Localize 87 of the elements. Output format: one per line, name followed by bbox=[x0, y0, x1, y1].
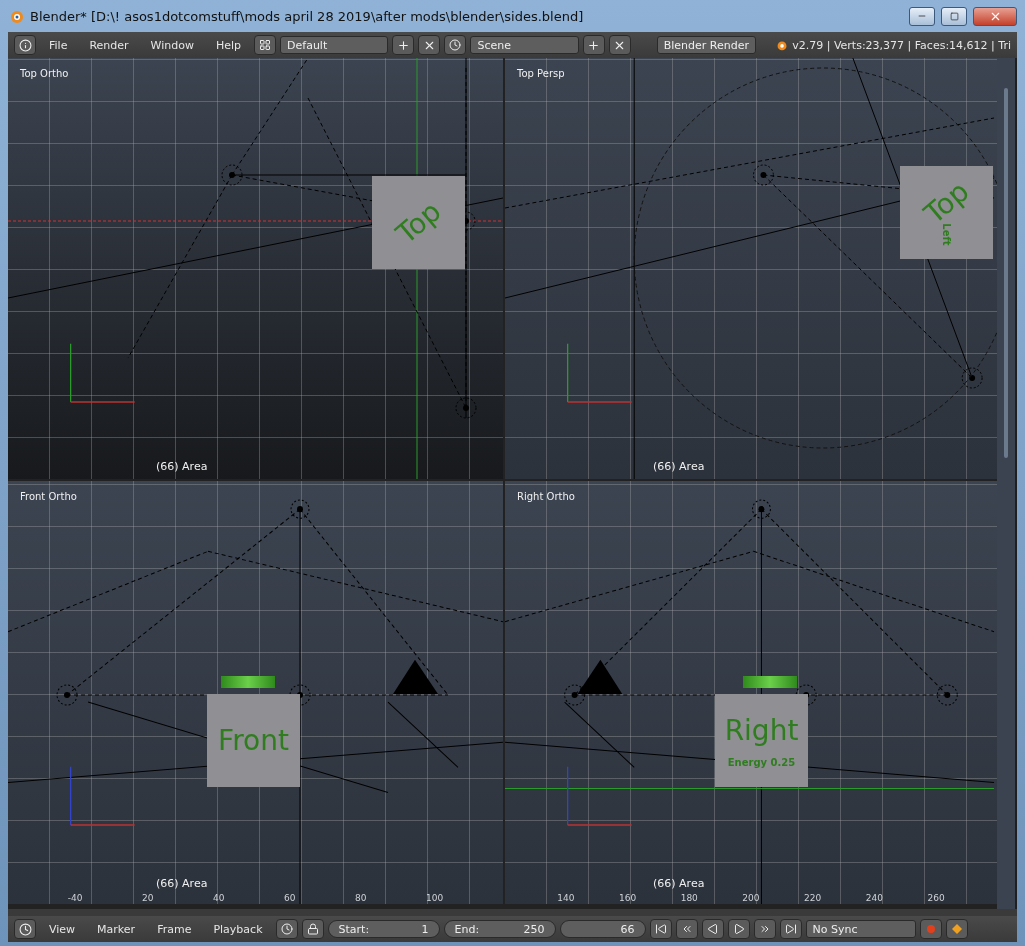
cube-label: Front bbox=[218, 724, 289, 757]
rewind-button[interactable] bbox=[675, 919, 698, 939]
close-button[interactable] bbox=[973, 6, 1017, 26]
clock-icon bbox=[18, 922, 32, 936]
layout-icon bbox=[259, 39, 272, 51]
viewport-label: Top Ortho bbox=[20, 68, 69, 79]
add-button[interactable] bbox=[392, 35, 415, 55]
minimize-button[interactable] bbox=[909, 6, 935, 26]
ruler-number: 220 bbox=[804, 892, 822, 904]
layout-button[interactable] bbox=[254, 35, 277, 55]
plus-icon bbox=[587, 38, 601, 52]
app-logo-icon bbox=[8, 8, 24, 24]
ruler-number: 80 bbox=[355, 892, 367, 904]
start-frame-field[interactable]: Start: 1 bbox=[327, 920, 440, 938]
play-button[interactable] bbox=[727, 919, 750, 939]
jump-start-button[interactable] bbox=[649, 919, 672, 939]
play-reverse-button[interactable] bbox=[701, 919, 724, 939]
viewport[interactable]: Right Ortho Right Energy 0.25 140 160 180 200 220 240 260 (66) Area bbox=[505, 481, 997, 904]
fast-forward-button[interactable] bbox=[753, 919, 776, 939]
menu-item[interactable]: Frame bbox=[148, 922, 201, 936]
viewport-label: Top Persp bbox=[517, 68, 565, 79]
layout-field[interactable]: Default bbox=[280, 36, 389, 54]
scene-field[interactable]: Scene bbox=[470, 36, 579, 54]
menu-item[interactable]: Marker bbox=[88, 922, 145, 936]
object-status: (66) Area bbox=[653, 877, 705, 890]
plus-icon bbox=[396, 38, 410, 52]
scene-button[interactable] bbox=[444, 35, 467, 55]
diamond-icon bbox=[951, 924, 962, 934]
menu-item[interactable]: Playback bbox=[204, 922, 272, 936]
lock-icon bbox=[306, 923, 319, 935]
side-scrollbar[interactable] bbox=[997, 58, 1015, 909]
menu-item[interactable]: View bbox=[40, 922, 85, 936]
ruler-number: 240 bbox=[865, 892, 883, 904]
menu-item[interactable]: Window bbox=[141, 38, 203, 52]
cube-label: Right bbox=[724, 713, 799, 747]
fast-forward-icon bbox=[758, 923, 771, 935]
ruler-number: 140 bbox=[557, 892, 575, 904]
jump-end-button[interactable] bbox=[779, 919, 802, 939]
clock-icon bbox=[280, 923, 293, 935]
cube-label: Left bbox=[941, 222, 952, 246]
add-button[interactable] bbox=[582, 35, 605, 55]
lamp-bar bbox=[743, 676, 797, 688]
keying-button[interactable] bbox=[275, 919, 298, 939]
window-title: Blender* [D:\! asos1dotcomstuff\mods april 28 2019\after mods\blender\sides.blend] bbox=[30, 8, 585, 24]
object-status: (66) Area bbox=[156, 877, 208, 890]
viewport[interactable]: Top Ortho Top (66) Area bbox=[8, 58, 503, 479]
jump-start-icon bbox=[654, 923, 667, 935]
ruler-number: 260 bbox=[927, 892, 945, 904]
ruler-number: 60 bbox=[284, 892, 296, 904]
viewport-label: Front Ortho bbox=[20, 491, 77, 502]
sync-dropdown[interactable]: No Sync bbox=[805, 920, 916, 938]
remove-button[interactable] bbox=[418, 35, 441, 55]
viewport[interactable]: Front Ortho Front -40 20 40 60 80 100 (66) Area bbox=[8, 481, 503, 904]
current-frame-field[interactable]: 66 bbox=[559, 920, 646, 938]
maximize-icon bbox=[949, 11, 959, 21]
viewport[interactable]: Top Persp Top Left (66) Area bbox=[505, 58, 997, 479]
object-status: (66) Area bbox=[156, 460, 208, 473]
menu-item[interactable]: Help bbox=[206, 38, 251, 52]
play-icon bbox=[732, 923, 745, 935]
jump-end-icon bbox=[784, 923, 797, 935]
viewport-label: Right Ortho bbox=[517, 491, 575, 502]
lock-button[interactable] bbox=[301, 919, 324, 939]
maximize-button[interactable] bbox=[941, 6, 967, 26]
menu-item[interactable]: Render bbox=[80, 38, 138, 52]
record-button[interactable] bbox=[919, 919, 942, 939]
lamp-bar bbox=[221, 676, 275, 688]
menu-item[interactable]: File bbox=[40, 38, 77, 52]
render-engine-dropdown[interactable]: Blender Render bbox=[656, 36, 756, 54]
play-reverse-icon bbox=[706, 923, 719, 935]
keyframe-button[interactable] bbox=[945, 919, 968, 939]
ruler-number: -40 bbox=[67, 892, 83, 904]
ruler-number: 200 bbox=[742, 892, 760, 904]
cube-label: Top bbox=[389, 194, 448, 251]
ruler-number: 40 bbox=[213, 892, 225, 904]
remove-button[interactable] bbox=[608, 35, 631, 55]
end-frame-field[interactable]: End: 250 bbox=[443, 920, 556, 938]
info-button[interactable] bbox=[14, 35, 36, 55]
scene-stats: v2.79 | Verts:23,377 | Faces:14,612 | Tri bbox=[792, 38, 1011, 52]
ruler-number: 160 bbox=[618, 892, 637, 904]
ruler-number: 20 bbox=[142, 892, 154, 904]
editor-type-button[interactable] bbox=[14, 919, 36, 939]
record-icon bbox=[925, 924, 936, 934]
object-status: (66) Area bbox=[653, 460, 705, 473]
ruler-number: 180 bbox=[680, 892, 698, 904]
cube-label: Energy 0.25 bbox=[727, 756, 796, 768]
info-icon bbox=[18, 38, 32, 52]
ruler-number: 100 bbox=[426, 892, 444, 904]
